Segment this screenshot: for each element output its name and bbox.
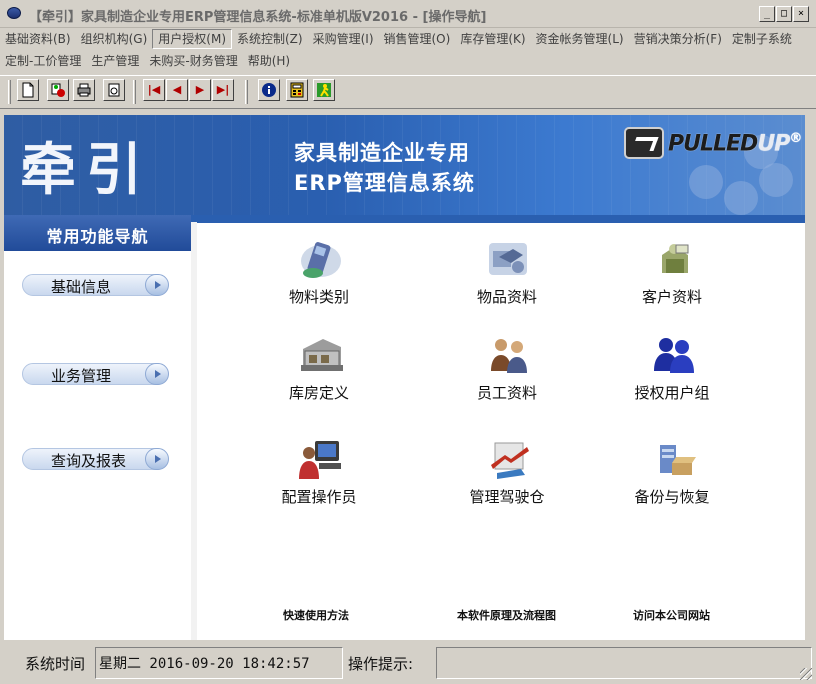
toolbar-grip[interactable] [8, 80, 11, 104]
menu-basic-data[interactable]: 基础资料(B) [0, 29, 76, 49]
warehouse-icon [301, 339, 343, 371]
menu-custom-subsystem[interactable]: 定制子系统 [727, 29, 797, 49]
title-bar: 【牵引】家具制造企业专用ERP管理信息系统-标准单机版V2016 - [操作导航… [0, 0, 816, 28]
main-panel-topbar [191, 215, 805, 222]
toolbar-grip[interactable] [245, 80, 248, 104]
app-icon[interactable] [7, 7, 21, 19]
employee-icon [491, 339, 527, 373]
menu-system-control[interactable]: 系统控制(Z) [232, 29, 308, 49]
sidebar-item-basic-info[interactable]: 基础信息 [22, 274, 169, 296]
menu-finance[interactable]: 资金帐务管理(L) [531, 29, 629, 49]
menu-purchase[interactable]: 采购管理(I) [308, 29, 379, 49]
customer-data-icon [662, 244, 689, 273]
tile-label: 物品资料 [476, 288, 537, 306]
sidebar-item-business[interactable]: 业务管理 [22, 363, 169, 385]
resize-grip[interactable] [800, 668, 812, 680]
exit-icon[interactable] [313, 79, 335, 101]
tile-employee[interactable]: 员工资料 [437, 333, 577, 413]
sidebar-title: 常用功能导航 [46, 227, 149, 246]
tile-label: 授权用户组 [634, 384, 710, 402]
tile-warehouse[interactable]: 库房定义 [249, 333, 389, 413]
brand-text-b: UP [757, 131, 790, 157]
first-record-icon[interactable]: |◀ [143, 79, 165, 101]
tile-material-category[interactable]: 物料类别 [249, 237, 389, 317]
next-record-icon[interactable]: ▶ [189, 79, 211, 101]
item-data-icon [489, 243, 527, 275]
menu-help[interactable]: 帮助(H) [243, 51, 295, 71]
banner-subtitle: ERP管理信息系统 [294, 171, 475, 195]
tile-label: 员工资料 [476, 384, 537, 402]
brand-text: PULLEDUP® [668, 131, 802, 157]
tile-customer-data[interactable]: 客户资料 [602, 237, 742, 317]
tile-label: 管理驾驶仓 [469, 488, 545, 506]
info-icon[interactable] [258, 79, 280, 101]
sidebar-header: 常用功能导航 [4, 215, 191, 251]
export-icon[interactable] [103, 79, 125, 101]
sidebar-item-label: 基础信息 [51, 278, 112, 296]
toolbar-grip[interactable] [133, 80, 136, 104]
system-time-label: 系统时间 [25, 655, 86, 673]
status-bar: 系统时间 星期二 2016-09-20 18:42:57 操作提示: [0, 643, 816, 684]
menu-bar: 基础资料(B) 组织机构(G) 用户授权(M) 系统控制(Z) 采购管理(I) 销售管理(… [0, 29, 816, 73]
tile-operator[interactable]: 配置操作员 [249, 437, 389, 517]
header-banner: 牵引 家具制造企业专用 ERP管理信息系统 PULLEDUP® [4, 115, 805, 215]
menu-row-2: 定制-工价管理 生产管理 未购买-财务管理 帮助(H) [0, 51, 295, 71]
menu-marketing[interactable]: 营销决策分析(F) [629, 29, 727, 49]
tile-label: 物料类别 [288, 288, 349, 306]
hint-field [436, 647, 812, 679]
window-title: 【牵引】家具制造企业专用ERP管理信息系统-标准单机版V2016 - [操作导航… [29, 10, 487, 25]
arrow-icon [145, 448, 169, 470]
minimize-button[interactable]: _ [759, 6, 775, 22]
toolbar: |◀ ◀ ▶ ▶| [0, 75, 816, 109]
menu-labor-cost[interactable]: 定制-工价管理 [0, 51, 86, 71]
brand-badge [624, 127, 664, 159]
tile-user-group[interactable]: 授权用户组 [602, 333, 742, 413]
material-category-icon [301, 242, 341, 278]
menu-row-1: 基础资料(B) 组织机构(G) 用户授权(M) 系统控制(Z) 采购管理(I) 销售管理(… [0, 29, 797, 49]
company-website-link[interactable]: 访问本公司网站 [633, 607, 710, 623]
sidebar-item-reports[interactable]: 查询及报表 [22, 448, 169, 470]
tile-label: 库房定义 [288, 384, 349, 402]
banner-title: 家具制造企业专用 [294, 141, 470, 165]
tile-cockpit[interactable]: 管理驾驶仓 [437, 437, 577, 517]
banner-decoration [689, 165, 723, 199]
new-doc-icon[interactable] [17, 79, 39, 101]
tile-item-data[interactable]: 物品资料 [437, 237, 577, 317]
operator-icon [299, 441, 341, 479]
main-panel: 物料类别 物品资料 客户资料 库房定义 员工资料 授权用户组 配置操作员 管理驾… [197, 222, 805, 640]
logo: 牵引 [20, 138, 152, 203]
menu-production[interactable]: 生产管理 [86, 51, 144, 71]
tile-label: 配置操作员 [281, 488, 357, 506]
edit-icon[interactable] [47, 79, 69, 101]
system-time-value: 星期二 2016-09-20 18:42:57 [99, 656, 310, 672]
menu-sales[interactable]: 销售管理(O) [379, 29, 456, 49]
last-record-icon[interactable]: ▶| [212, 79, 234, 101]
close-button[interactable]: × [793, 6, 809, 22]
workflow-diagram-link[interactable]: 本软件原理及流程图 [457, 607, 556, 623]
tile-label: 备份与恢复 [634, 488, 710, 506]
menu-inventory[interactable]: 库存管理(K) [455, 29, 530, 49]
sidebar-item-label: 业务管理 [51, 367, 112, 385]
tile-backup[interactable]: 备份与恢复 [602, 437, 742, 517]
sidebar-item-label: 查询及报表 [51, 452, 127, 470]
calculator-icon[interactable] [286, 79, 308, 101]
sidebar: 常用功能导航 基础信息 业务管理 查询及报表 [4, 215, 201, 640]
arrow-icon [145, 274, 169, 296]
arrow-icon [145, 363, 169, 385]
menu-organization[interactable]: 组织机构(G) [76, 29, 153, 49]
brand-mark: ® [789, 131, 802, 146]
brand-text-a: PULLED [668, 131, 758, 157]
quick-start-link[interactable]: 快速使用方法 [283, 607, 349, 623]
cockpit-icon [491, 442, 529, 479]
tile-label: 客户资料 [641, 288, 702, 306]
user-group-icon [654, 338, 694, 373]
hint-label: 操作提示: [348, 655, 414, 673]
backup-icon [660, 445, 696, 475]
banner-decoration [724, 181, 758, 215]
menu-user-auth[interactable]: 用户授权(M) [152, 29, 232, 49]
maximize-button[interactable]: □ [776, 6, 792, 22]
menu-accounting[interactable]: 未购买-财务管理 [144, 51, 242, 71]
print-icon[interactable] [73, 79, 95, 101]
prev-record-icon[interactable]: ◀ [166, 79, 188, 101]
